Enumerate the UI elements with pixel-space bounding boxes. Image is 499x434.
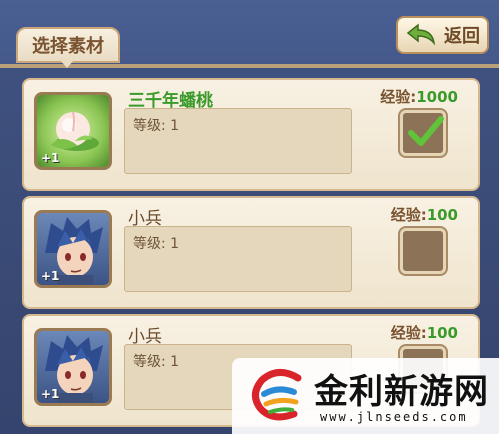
peach-icon: +1 <box>34 92 112 170</box>
select-checkbox[interactable] <box>400 110 446 156</box>
watermark-name: 金利新游网 <box>314 372 489 412</box>
page-title: 选择素材 <box>16 27 120 63</box>
exp-label: 经验: <box>390 206 427 224</box>
soldier-portrait: +1 <box>34 210 112 288</box>
item-exp: 经验:100 <box>391 204 458 225</box>
item-exp: 经验:1000 <box>380 86 458 107</box>
item-level: 等级: 1 <box>133 236 180 252</box>
exp-label: 经验: <box>390 324 427 342</box>
item-level: 等级: 1 <box>133 354 180 370</box>
quantity-badge: +1 <box>41 151 60 165</box>
watermark-logo-icon <box>252 369 302 421</box>
item-exp: 经验:100 <box>391 322 458 343</box>
exp-value: 100 <box>426 206 458 224</box>
quantity-badge: +1 <box>41 269 60 283</box>
material-item-card[interactable]: +1 小兵 经验:100 等级: 1 <box>22 196 480 309</box>
back-button-label: 返回 <box>444 26 480 47</box>
site-watermark: 金利新游网 www.jlnseeds.com <box>232 358 499 434</box>
item-info-box: 等级: 1 <box>124 108 352 174</box>
back-arrow-icon <box>406 23 438 47</box>
exp-label: 经验: <box>380 88 417 106</box>
exp-value: 1000 <box>416 88 458 106</box>
item-level: 等级: 1 <box>133 118 180 134</box>
select-checkbox[interactable] <box>400 228 446 274</box>
checkmark-icon <box>408 116 444 146</box>
material-item-card[interactable]: +1 三千年蟠桃 经验:1000 等级: 1 <box>22 78 480 191</box>
title-tab-pointer <box>60 60 74 68</box>
soldier-portrait: +1 <box>34 328 112 406</box>
page-title-text: 选择素材 <box>32 36 104 57</box>
back-button[interactable]: 返回 <box>396 16 489 54</box>
watermark-url: www.jlnseeds.com <box>320 410 468 424</box>
quantity-badge: +1 <box>41 387 60 401</box>
exp-value: 100 <box>426 324 458 342</box>
item-info-box: 等级: 1 <box>124 226 352 292</box>
